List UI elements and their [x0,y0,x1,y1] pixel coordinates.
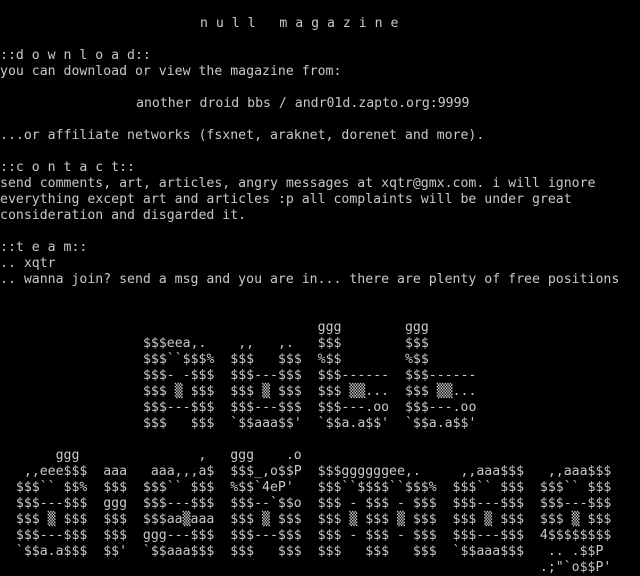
download-intro: you can download or view the magazine fr… [0,64,342,79]
ascii-logo-bottom: ggg , ggg .o ,,eee$$$ aaa aaa,,,a$ $$$_,… [0,448,611,576]
magazine-title: n u l l m a g a z i n e [200,16,399,31]
contact-line-2: everything except art and articles :p al… [0,192,572,207]
ascii-logo-top-line: $$$ ▒ $$$ $$$ ▒ $$$ $$$ ▒▒... $$$ ▒▒... [8,384,477,399]
download-heading: ::d o w n l o a d:: [0,48,151,63]
ascii-logo-top-line: ggg ggg [8,320,429,335]
team-join-text: .. wanna join? send a msg and you are in… [0,272,620,287]
contact-heading: ::c o n t a c t:: [0,160,135,175]
ascii-logo-top-line: $$$ $$$ `$$aaa$$' `$$a.a$$' `$$a.a$$' [8,416,477,431]
contact-line-3: consideration and disgarded it. [0,208,247,223]
ascii-logo-bottom-line: ggg , ggg .o [0,448,302,463]
affiliate-networks-text: ...or affiliate networks (fsxnet, arakne… [0,128,485,143]
ascii-logo-top-line: $$$eea,. ,, ,. $$$ $$$ [8,336,429,351]
ascii-logo-top: ggg ggg $$$eea,. ,, ,. $$$ $$$ $$$``$$$%… [8,320,476,432]
ascii-logo-bottom-line: $$$`` $$% $$$ $$$`` $$$ %$$`4eP' $$$``$$… [0,480,612,495]
ascii-logo-bottom-line: $$$ ▒ $$$ $$$ $$$aa▒aaa $$$ ▒ $$$ $$$ ▒ … [0,512,612,527]
ascii-logo-bottom-line: ,,eee$$$ aaa aaa,,,a$ $$$_,o$$P $$$ggggg… [0,464,612,479]
bbs-address-link[interactable]: another droid bbs / andr01d.zapto.org:99… [136,96,469,112]
team-member: .. xqtr [0,256,56,271]
team-heading: ::t e a m:: [0,240,88,255]
ascii-logo-bottom-line: `$$a.a$$$ $$' `$$aaa$$$ $$$ $$$ $$$ $$$ … [0,544,604,559]
ascii-logo-top-line: $$$``$$$% $$$ $$$ %$$ %$$ [8,352,429,367]
ascii-logo-bottom-line: $$$---$$$ $$$ ggg---$$$ $$$---$$$ $$$ - … [0,528,612,543]
ascii-logo-top-line: $$$- -$$$ $$$---$$$ $$$------ $$$------ [8,368,477,383]
ascii-logo-bottom-line: .;"`o$$P' [0,560,612,575]
terminal-screen: n u l l m a g a z i n e ::d o w n l o a … [0,0,640,576]
ascii-logo-bottom-line: $$$---$$$ ggg $$$---$$$ $$$--`$$o $$$ - … [0,496,612,511]
contact-line-1: send comments, art, articles, angry mess… [0,176,596,191]
ascii-logo-top-line: $$$---$$$ $$$---$$$ $$$---.oo $$$---.oo [8,400,477,415]
